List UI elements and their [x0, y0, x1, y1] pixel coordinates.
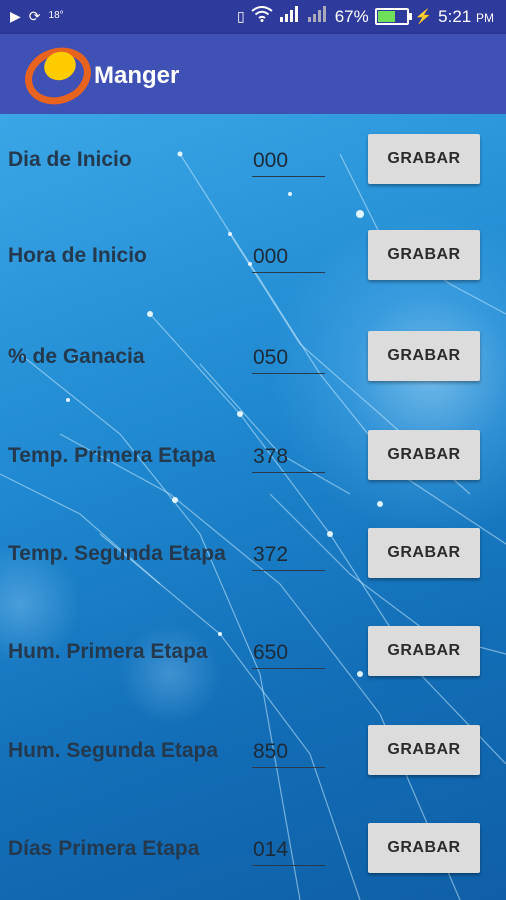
row-label: Hora de Inicio — [8, 244, 147, 267]
row-temp-primera-etapa: Temp. Primera Etapa GRABAR — [0, 430, 506, 490]
row-label: Hum. Segunda Etapa — [8, 739, 219, 762]
dias-primera-etapa-field[interactable] — [252, 835, 325, 866]
hora-de-inicio-field[interactable] — [252, 242, 325, 273]
charging-icon: ⚡ — [414, 8, 433, 24]
app-title: Manger — [94, 62, 180, 89]
grabar-button[interactable]: GRABAR — [368, 430, 480, 480]
grabar-button[interactable]: GRABAR — [368, 823, 480, 873]
row-label: Temp. Primera Etapa — [8, 444, 216, 467]
dia-de-inicio-field[interactable] — [252, 146, 325, 177]
status-bar: ▶ ⟳ 18° ▯ 67% ⚡ 5:21 PM — [0, 0, 506, 34]
row-dias-primera-etapa: Días Primera Etapa GRABAR — [0, 823, 506, 883]
hum-segunda-etapa-field[interactable] — [252, 737, 325, 768]
status-right-icons: ▯ 67% ⚡ 5:21 PM — [237, 6, 494, 27]
settings-form: Dia de Inicio GRABAR Hora de Inicio GRAB… — [0, 114, 506, 900]
status-left-icons: ▶ ⟳ 18° — [10, 8, 64, 24]
row-hum-primera-etapa: Hum. Primera Etapa GRABAR — [0, 626, 506, 686]
wifi-icon — [251, 6, 273, 27]
signal-icon — [279, 6, 301, 27]
vibrate-icon: ▯ — [236, 8, 245, 24]
row-label: Días Primera Etapa — [8, 837, 200, 860]
temperature-label: 18° — [48, 10, 64, 21]
row-dia-de-inicio: Dia de Inicio GRABAR — [0, 134, 506, 194]
row-label: Temp. Segunda Etapa — [8, 542, 226, 565]
app-bar: Manger — [0, 34, 506, 114]
row-label: % de Ganacia — [8, 345, 145, 368]
grabar-button[interactable]: GRABAR — [368, 230, 480, 280]
sync-icon: ⟳ — [28, 8, 41, 24]
app-logo-icon — [22, 38, 94, 110]
signal-icon-2 — [307, 6, 329, 27]
grabar-button[interactable]: GRABAR — [368, 725, 480, 775]
ganancia-field[interactable] — [252, 343, 325, 374]
row-hora-de-inicio: Hora de Inicio GRABAR — [0, 230, 506, 290]
grabar-button[interactable]: GRABAR — [368, 528, 480, 578]
hum-primera-etapa-field[interactable] — [252, 638, 325, 669]
row-hum-segunda-etapa: Hum. Segunda Etapa GRABAR — [0, 725, 506, 785]
grabar-button[interactable]: GRABAR — [368, 134, 480, 184]
grabar-button[interactable]: GRABAR — [368, 331, 480, 381]
battery-percent: 67% — [334, 6, 369, 26]
row-ganancia: % de Ganacia GRABAR — [0, 331, 506, 391]
temp-primera-etapa-field[interactable] — [252, 442, 325, 473]
play-store-icon: ▶ — [10, 8, 21, 24]
grabar-button[interactable]: GRABAR — [368, 626, 480, 676]
battery-icon — [374, 8, 412, 25]
temp-segunda-etapa-field[interactable] — [252, 540, 325, 571]
clock: 5:21 PM — [438, 6, 494, 26]
row-temp-segunda-etapa: Temp. Segunda Etapa GRABAR — [0, 528, 506, 588]
row-label: Hum. Primera Etapa — [8, 640, 208, 663]
row-label: Dia de Inicio — [8, 148, 132, 171]
